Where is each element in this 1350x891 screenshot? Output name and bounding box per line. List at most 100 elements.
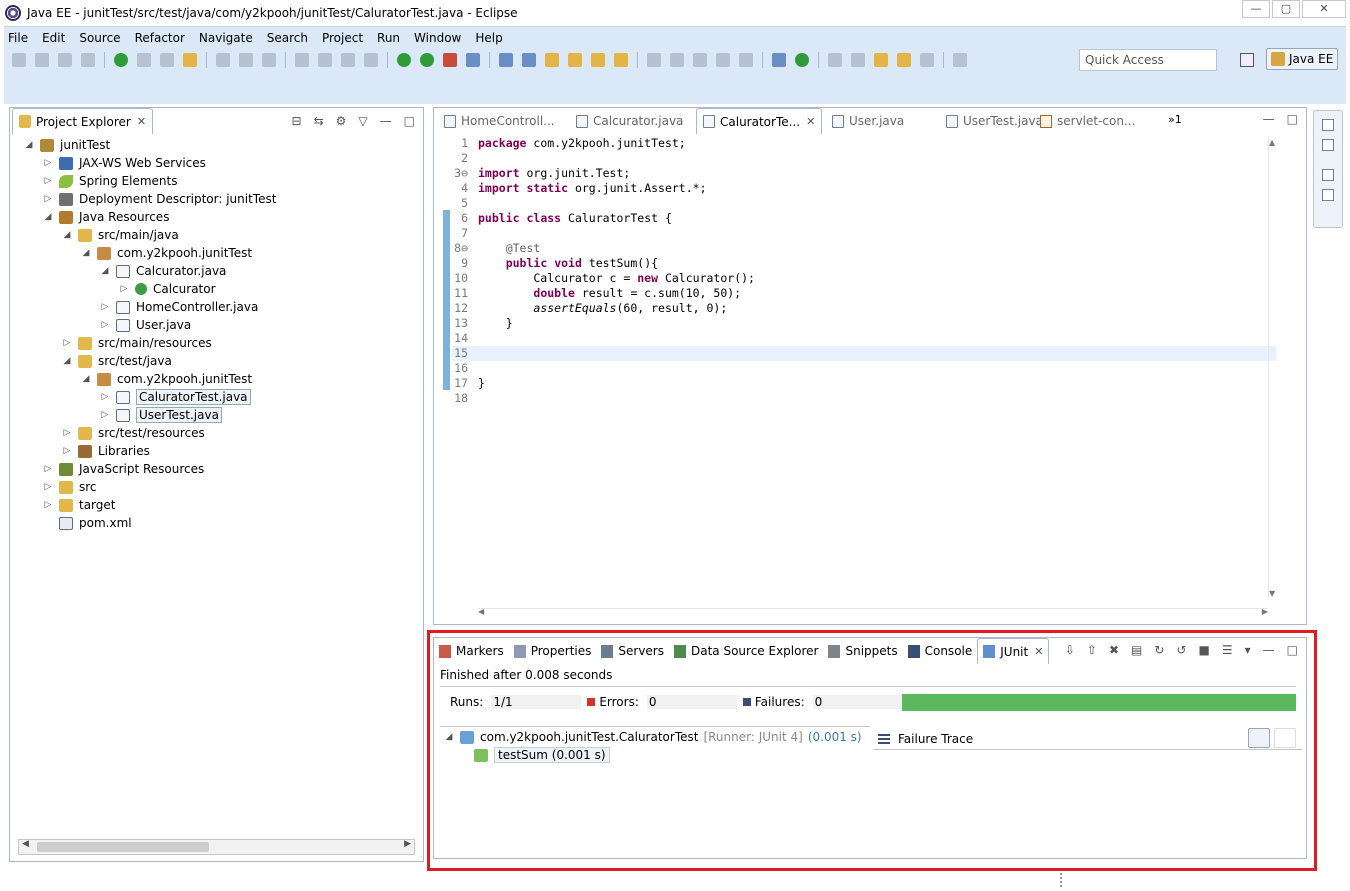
- annotation-icon[interactable]: [693, 53, 707, 67]
- tree-item[interactable]: pom.xml: [43, 514, 132, 532]
- editor-tab[interactable]: servlet-con...: [1034, 108, 1141, 134]
- editor-tab[interactable]: CaluratorTe... ✕: [696, 108, 823, 134]
- scroll-lock-icon[interactable]: ▤: [1131, 643, 1142, 657]
- open-perspective-icon[interactable]: [1240, 53, 1254, 67]
- maximize-icon[interactable]: □: [1287, 112, 1298, 126]
- collapse-all-icon[interactable]: ⊟: [292, 114, 302, 128]
- link-editor-icon[interactable]: ⇆: [314, 114, 324, 128]
- expand-icon[interactable]: ▷: [43, 194, 53, 204]
- pen-icon[interactable]: [670, 53, 684, 67]
- scroll-left-icon[interactable]: ◀: [22, 839, 29, 849]
- close-icon[interactable]: ✕: [1034, 645, 1043, 658]
- open-resource-icon[interactable]: [591, 53, 605, 67]
- bottom-tab[interactable]: Servers: [596, 638, 669, 664]
- spring-icon[interactable]: [114, 53, 128, 67]
- next-failure-icon[interactable]: ⇩: [1065, 643, 1075, 657]
- expand-icon[interactable]: ▷: [43, 176, 53, 186]
- editor-tab[interactable]: Calcurator.java: [570, 108, 689, 134]
- code-line[interactable]: 14: [452, 331, 1276, 346]
- minimize-button[interactable]: —: [1242, 0, 1270, 18]
- collapse-icon[interactable]: ◢: [43, 212, 53, 222]
- collapse-icon[interactable]: ◢: [81, 374, 91, 384]
- filter-icon[interactable]: ⚙: [336, 114, 347, 128]
- show-whitespace-icon[interactable]: [739, 53, 753, 67]
- menu-edit[interactable]: Edit: [42, 31, 65, 45]
- collapse-icon[interactable]: ◢: [24, 140, 34, 150]
- run-icon[interactable]: [420, 53, 434, 67]
- redo-icon[interactable]: [239, 53, 253, 67]
- code-line[interactable]: 15: [452, 346, 1276, 361]
- expand-icon[interactable]: ▷: [100, 320, 110, 330]
- editor-tab[interactable]: HomeControll...: [438, 108, 561, 134]
- prev-failure-icon[interactable]: ⇧: [1087, 643, 1097, 657]
- expand-icon[interactable]: ▷: [62, 446, 72, 456]
- open-folder-icon[interactable]: [568, 53, 582, 67]
- block-select-icon[interactable]: [716, 53, 730, 67]
- rerun-failed-icon[interactable]: ↺: [1176, 643, 1186, 657]
- code-line[interactable]: 5: [452, 196, 1276, 211]
- tree-item[interactable]: ▷ Deployment Descriptor: junitTest: [43, 190, 277, 208]
- debug-icon[interactable]: [397, 53, 411, 67]
- expand-icon[interactable]: ▷: [100, 392, 110, 402]
- view-menu-icon[interactable]: ▽: [358, 114, 367, 128]
- maximize-icon[interactable]: □: [1287, 643, 1298, 657]
- test-case-row[interactable]: testSum (0.001 s): [444, 746, 862, 764]
- disconnect-icon[interactable]: [364, 53, 378, 67]
- skip-breakpoints-icon[interactable]: [137, 53, 151, 67]
- tree-item[interactable]: ▷ JavaScript Resources: [43, 460, 205, 478]
- code-editor[interactable]: 1 package com.y2kpooh.junitTest; 2 3⊖ import…: [452, 136, 1276, 604]
- prev-annotation-icon[interactable]: [851, 53, 865, 67]
- resume-icon[interactable]: [295, 53, 309, 67]
- menu-navigate[interactable]: Navigate: [199, 31, 253, 45]
- expand-icon[interactable]: ▷: [100, 410, 110, 420]
- code-line[interactable]: 11 double result = c.sum(10, 50);: [452, 286, 1276, 301]
- scroll-right-icon[interactable]: ▶: [404, 839, 411, 849]
- history-icon[interactable]: ☰: [1222, 643, 1233, 657]
- code-line[interactable]: 17}: [452, 376, 1276, 391]
- tree-item[interactable]: ▷ User.java: [100, 316, 192, 334]
- terminate-icon[interactable]: [341, 53, 355, 67]
- compare-icon[interactable]: [1274, 728, 1296, 748]
- expand-icon[interactable]: ▷: [119, 284, 129, 294]
- horizontal-scrollbar[interactable]: ◀ ▶: [18, 839, 415, 855]
- collapse-icon[interactable]: ◢: [62, 356, 72, 366]
- expand-icon[interactable]: ▷: [62, 428, 72, 438]
- code-line[interactable]: 10 Calcurator c = new Calcurator();: [452, 271, 1276, 286]
- bottom-tab[interactable]: Markers: [434, 638, 509, 664]
- open-task-icon[interactable]: [614, 53, 628, 67]
- vertical-scrollbar[interactable]: ▲ ▼: [1268, 138, 1278, 598]
- collapse-icon[interactable]: ◢: [81, 248, 91, 258]
- tree-item[interactable]: ◢ junitTest: [24, 136, 111, 154]
- view-menu-icon[interactable]: ▾: [1245, 643, 1251, 657]
- tree-item[interactable]: ▷ UserTest.java: [100, 406, 222, 424]
- new-project-icon[interactable]: [499, 53, 513, 67]
- minimize-icon[interactable]: —: [380, 114, 392, 128]
- tree-item[interactable]: ▷ HomeController.java: [100, 298, 259, 316]
- bottom-tab[interactable]: Console: [903, 638, 978, 664]
- expand-icon[interactable]: ▷: [62, 338, 72, 348]
- collapse-icon[interactable]: ◢: [100, 266, 110, 276]
- next-annotation-icon[interactable]: [828, 53, 842, 67]
- code-line[interactable]: 9 public void testSum(){: [452, 256, 1276, 271]
- minimize-icon[interactable]: —: [1263, 112, 1275, 126]
- code-line[interactable]: 13 }: [452, 316, 1276, 331]
- code-line[interactable]: 6 public class CaluratorTest {: [452, 211, 1276, 226]
- tree-item[interactable]: ◢ src/main/java: [62, 226, 179, 244]
- marker-icon[interactable]: [647, 53, 661, 67]
- tree-item[interactable]: ▷ src/test/resources: [62, 424, 205, 442]
- build-icon[interactable]: [183, 53, 197, 67]
- menu-refactor[interactable]: Refactor: [135, 31, 185, 45]
- test-suite-row[interactable]: ◢ com.y2kpooh.junitTest.CaluratorTest [R…: [444, 728, 862, 746]
- tree-item[interactable]: ▷ CaluratorTest.java: [100, 388, 251, 406]
- close-icon[interactable]: ✕: [806, 115, 815, 128]
- horizontal-scrollbar[interactable]: ◀ ▶: [478, 607, 1268, 620]
- step-icon[interactable]: [262, 53, 276, 67]
- resize-grip[interactable]: [1060, 873, 1064, 887]
- restore-icon[interactable]: [1322, 119, 1334, 131]
- tree-item[interactable]: ◢ com.y2kpooh.junitTest: [81, 370, 253, 388]
- expand-icon[interactable]: ▷: [43, 158, 53, 168]
- tree-item[interactable]: ◢ Java Resources: [43, 208, 170, 226]
- scroll-left-icon[interactable]: ◀: [478, 607, 484, 616]
- last-edit-icon[interactable]: [874, 53, 888, 67]
- close-icon[interactable]: ✕: [137, 115, 146, 128]
